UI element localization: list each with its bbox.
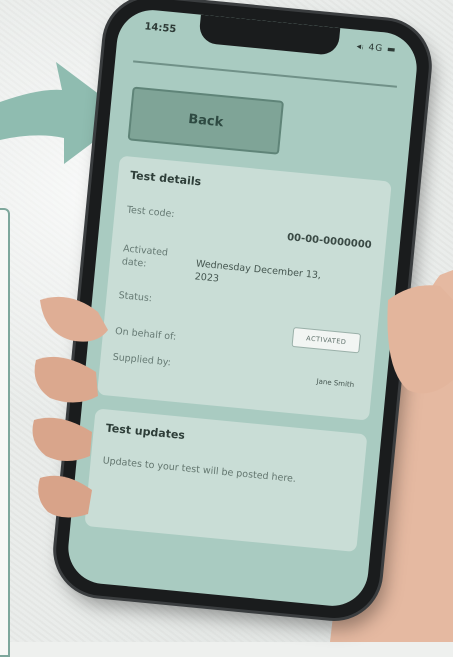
hand-fingers [32, 285, 453, 518]
